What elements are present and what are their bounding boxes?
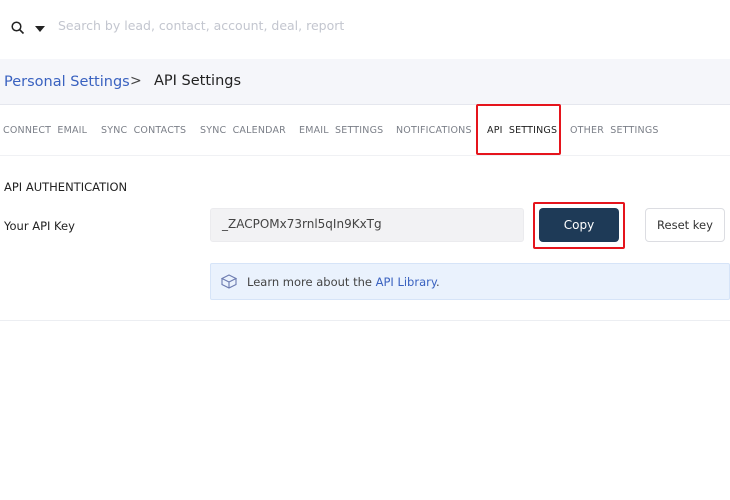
caret-down-icon[interactable] xyxy=(35,26,45,32)
page-title: API Settings xyxy=(154,73,242,89)
cube-icon xyxy=(221,274,237,289)
api-library-link[interactable]: API Library xyxy=(376,275,436,289)
search-input[interactable] xyxy=(58,18,458,33)
info-banner: Learn more about the API Library. xyxy=(210,263,730,300)
highlight-box-tab xyxy=(476,104,561,155)
section-title: API AUTHENTICATION xyxy=(4,180,128,194)
tab-sync-contacts[interactable]: SYNC CONTACTS xyxy=(101,125,186,136)
chevron-right-icon: > xyxy=(130,73,142,89)
info-prefix: Learn more about the xyxy=(247,275,376,289)
reset-key-button[interactable]: Reset key xyxy=(645,208,725,242)
tab-other-settings[interactable]: OTHER SETTINGS xyxy=(570,125,659,136)
tab-connect-email[interactable]: CONNECT EMAIL xyxy=(3,125,87,136)
api-key-field[interactable]: _ZACPOMx73rnl5qIn9KxTg xyxy=(210,208,524,242)
breadcrumb: Personal Settings > API Settings xyxy=(0,59,730,105)
tab-sync-calendar[interactable]: SYNC CALENDAR xyxy=(200,125,286,136)
info-text: Learn more about the API Library. xyxy=(247,275,440,289)
tab-email-settings[interactable]: EMAIL SETTINGS xyxy=(299,125,383,136)
settings-tabs: CONNECT EMAIL SYNC CONTACTS SYNC CALENDA… xyxy=(0,106,730,156)
top-bar xyxy=(0,0,730,58)
api-key-label: Your API Key xyxy=(4,219,75,233)
highlight-box-copy xyxy=(533,202,625,249)
tab-notifications[interactable]: NOTIFICATIONS xyxy=(396,125,472,136)
info-suffix: . xyxy=(436,275,440,289)
search-icon[interactable] xyxy=(11,21,25,35)
breadcrumb-personal-settings[interactable]: Personal Settings xyxy=(4,74,130,90)
divider xyxy=(0,320,730,321)
